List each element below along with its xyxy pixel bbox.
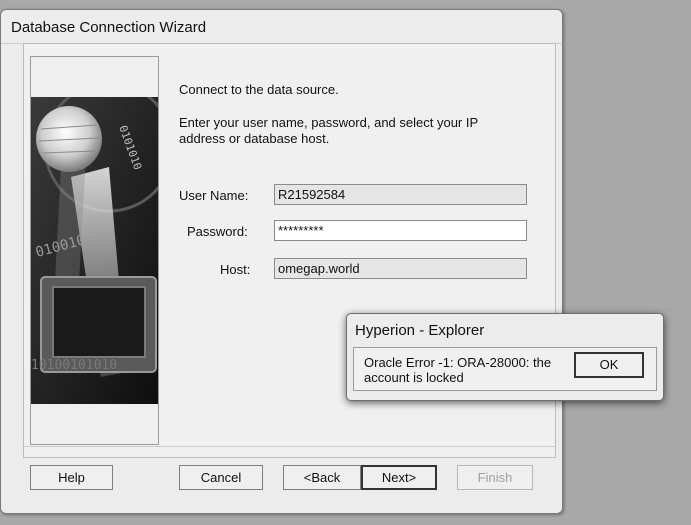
password-input[interactable]: ********* bbox=[274, 220, 527, 241]
button-separator bbox=[22, 446, 555, 447]
wizard-illustration-panel: 0101010 010010 10100101010 bbox=[30, 56, 159, 445]
intro-instructions-line2: address or database host. bbox=[179, 131, 330, 146]
host-select[interactable]: omegap.world bbox=[274, 258, 527, 279]
error-message-line2: account is locked bbox=[364, 370, 464, 385]
intro-instructions-line1: Enter your user name, password, and sele… bbox=[179, 115, 479, 130]
back-button[interactable]: <Back bbox=[283, 465, 361, 490]
help-button[interactable]: Help bbox=[30, 465, 113, 490]
finish-button: Finish bbox=[457, 465, 533, 490]
user-name-input[interactable]: R21592584 bbox=[274, 184, 527, 205]
title-bar[interactable]: Database Connection Wizard bbox=[1, 10, 562, 44]
host-label: Host: bbox=[220, 262, 251, 277]
password-label: Password: bbox=[187, 224, 248, 239]
ok-button[interactable]: OK bbox=[574, 352, 644, 378]
error-message: Oracle Error -1: ORA-28000: the account … bbox=[364, 355, 564, 385]
monitor-screen bbox=[52, 286, 146, 358]
dialog-title: Hyperion - Explorer bbox=[355, 322, 485, 339]
window-title: Database Connection Wizard bbox=[11, 19, 207, 36]
binary-text: 10100101010 bbox=[31, 358, 117, 373]
error-message-line1: Oracle Error -1: ORA-28000: the bbox=[364, 355, 552, 370]
user-name-label: User Name: bbox=[179, 188, 249, 203]
database-illustration: 0101010 010010 10100101010 bbox=[31, 97, 158, 404]
intro-heading: Connect to the data source. bbox=[179, 82, 339, 97]
cancel-button[interactable]: Cancel bbox=[179, 465, 263, 490]
next-button[interactable]: Next> bbox=[361, 465, 437, 490]
error-dialog: Hyperion - Explorer Oracle Error -1: ORA… bbox=[346, 313, 664, 401]
